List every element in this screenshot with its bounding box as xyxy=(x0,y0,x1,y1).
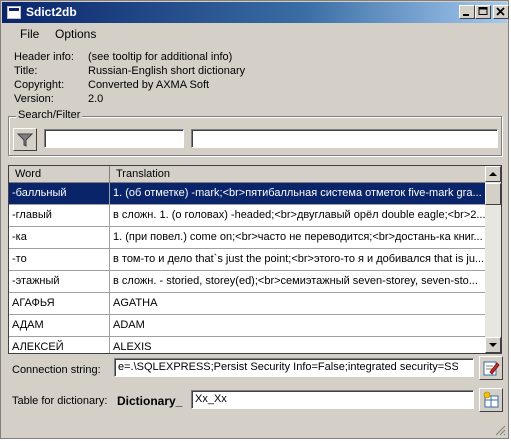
translation-cell: 1. (при повел.) come on;<br>часто не пер… xyxy=(113,231,483,243)
word-cell: АДАМ xyxy=(9,315,110,336)
word-cell: АЛЕКСЕЙ xyxy=(9,337,110,353)
table-row[interactable]: -балльный 1. (об отметке) -mark;<br>пяти… xyxy=(9,183,487,205)
filter-button[interactable] xyxy=(13,128,37,151)
table-row[interactable]: АГАФЬЯ AGATHA xyxy=(9,293,487,315)
resize-grip-icon[interactable] xyxy=(494,424,506,436)
copyright-value: Converted by AXMA Soft xyxy=(88,79,210,91)
dictionary-prefix: Dictionary_ xyxy=(117,394,183,408)
close-icon xyxy=(496,7,505,16)
word-cell: -балльный xyxy=(9,183,110,204)
minimize-icon xyxy=(463,14,469,16)
connection-string-label: Connection string: xyxy=(12,364,101,376)
maximize-icon xyxy=(478,7,488,15)
close-button[interactable] xyxy=(493,5,509,19)
edit-document-icon xyxy=(483,361,500,376)
grid-header: Word Translation xyxy=(9,166,487,184)
connection-string-input[interactable]: e=.\SQLEXPRESS;Persist Security Info=Fal… xyxy=(114,358,474,377)
scroll-up-button[interactable] xyxy=(485,166,501,182)
translation-cell: AGATHA xyxy=(113,297,158,309)
word-cell: -этажный xyxy=(9,271,110,292)
arrow-up-icon xyxy=(489,172,497,176)
translation-cell: в сложн. - storied, storey(ed);<br>семиэ… xyxy=(113,275,478,287)
translation-cell: 1. (об отметке) -mark;<br>пятибалльная с… xyxy=(113,187,482,199)
edit-connection-button[interactable] xyxy=(479,356,503,380)
menu-options[interactable]: Options xyxy=(55,27,96,41)
menu-bar: File Options xyxy=(2,24,507,45)
grid-vertical-scrollbar[interactable] xyxy=(485,166,501,353)
table-row[interactable]: АДАМ ADAM xyxy=(9,315,487,337)
table-row[interactable]: -ка 1. (при повел.) come on;<br>часто не… xyxy=(9,227,487,249)
window-title: Sdict2db xyxy=(26,5,77,19)
word-cell: -ка xyxy=(9,227,110,248)
search-filter-group-title: Search/Filter xyxy=(16,109,83,121)
table-for-dictionary-label: Table for dictionary: xyxy=(12,395,108,407)
table-name-input[interactable]: Xx_Xx xyxy=(191,390,474,409)
connection-string-value: e=.\SQLEXPRESS;Persist Security Info=Fal… xyxy=(118,361,459,373)
maximize-button[interactable] xyxy=(475,5,491,19)
app-icon xyxy=(7,6,21,19)
header-info-value: (see tooltip for additional info) xyxy=(88,51,233,63)
search-word-input[interactable] xyxy=(44,129,184,148)
translation-cell: в сложн. 1. (о головах) -headed;<br>двуг… xyxy=(113,209,487,221)
title-value: Russian-English short dictionary xyxy=(88,65,246,77)
table-row[interactable]: -этажный в сложн. - storied, storey(ed);… xyxy=(9,271,487,293)
minimize-button[interactable] xyxy=(459,5,475,19)
version-label: Version: xyxy=(14,93,54,105)
title-label: Title: xyxy=(14,65,38,77)
table-row[interactable]: -то в том-то и дело that`s just the poin… xyxy=(9,249,487,271)
table-row[interactable]: АЛЕКСЕЙ ALEXIS xyxy=(9,337,487,353)
column-header-word[interactable]: Word xyxy=(9,166,110,183)
version-value: 2.0 xyxy=(88,93,104,105)
header-info-label: Header info: xyxy=(14,51,74,63)
translation-cell: в том-то и дело that`s just the point;<b… xyxy=(113,253,485,265)
scroll-thumb[interactable] xyxy=(485,183,501,205)
main-window: Sdict2db File Options Header info: (see … xyxy=(0,0,509,439)
arrow-down-icon xyxy=(489,343,497,347)
create-table-button[interactable] xyxy=(479,388,503,412)
scroll-down-button[interactable] xyxy=(485,337,501,353)
column-header-translation[interactable]: Translation xyxy=(110,166,487,183)
title-bar[interactable]: Sdict2db xyxy=(2,2,509,23)
table-row[interactable]: -главый в сложн. 1. (о головах) -headed;… xyxy=(9,205,487,227)
menu-file[interactable]: File xyxy=(20,27,39,41)
table-name-value: Xx_Xx xyxy=(195,393,227,405)
word-cell: -главый xyxy=(9,205,110,226)
word-cell: АГАФЬЯ xyxy=(9,293,110,314)
funnel-icon xyxy=(16,133,34,147)
add-table-icon xyxy=(483,391,499,408)
translation-cell: ADAM xyxy=(113,319,145,331)
dictionary-grid[interactable]: Word Translation -балльный 1. (об отметк… xyxy=(8,165,502,354)
translation-cell: ALEXIS xyxy=(113,341,152,353)
word-cell: -то xyxy=(9,249,110,270)
search-translation-input[interactable] xyxy=(191,129,498,148)
copyright-label: Copyright: xyxy=(14,79,65,91)
